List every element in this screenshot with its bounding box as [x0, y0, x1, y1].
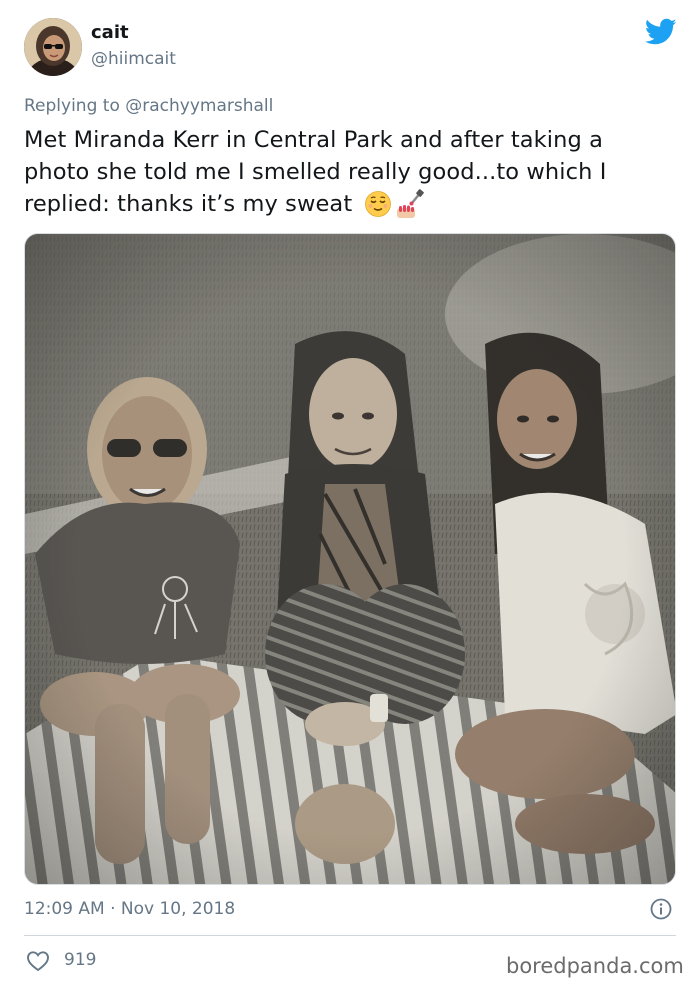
- tweet-text: Met Miranda Kerr in Central Park and aft…: [24, 124, 684, 220]
- watermark: boredpanda.com: [506, 954, 684, 978]
- tweet-text-line: replied: thanks it’s my sweat: [24, 191, 360, 217]
- tweet-text-line: photo she told me I smelled really good.…: [24, 159, 607, 185]
- reply-context: Replying to @rachyymarshall: [24, 96, 273, 116]
- reply-mention-link[interactable]: @rachyymarshall: [125, 96, 273, 116]
- info-icon[interactable]: [650, 898, 672, 920]
- author-handle[interactable]: @hiimcait: [91, 49, 176, 69]
- tweet-photo[interactable]: [24, 233, 676, 885]
- divider: [24, 935, 676, 936]
- reply-prefix: Replying to: [24, 96, 126, 116]
- tweet-timestamp[interactable]: 12:09 AM · Nov 10, 2018: [24, 899, 235, 919]
- twitter-bird-icon: [645, 18, 677, 45]
- relieved-face-emoji: [364, 191, 391, 217]
- like-count[interactable]: 919: [64, 950, 96, 970]
- tweet-text-line-3: replied: thanks it’s my sweat: [24, 188, 684, 220]
- heart-icon[interactable]: [26, 950, 50, 972]
- three-women-picnic-photo: [25, 234, 675, 884]
- avatar[interactable]: [24, 18, 82, 76]
- nail-polish-emoji: [396, 189, 424, 218]
- author-name[interactable]: cait: [91, 22, 129, 43]
- tweet-text-line: Met Miranda Kerr in Central Park and aft…: [24, 127, 604, 153]
